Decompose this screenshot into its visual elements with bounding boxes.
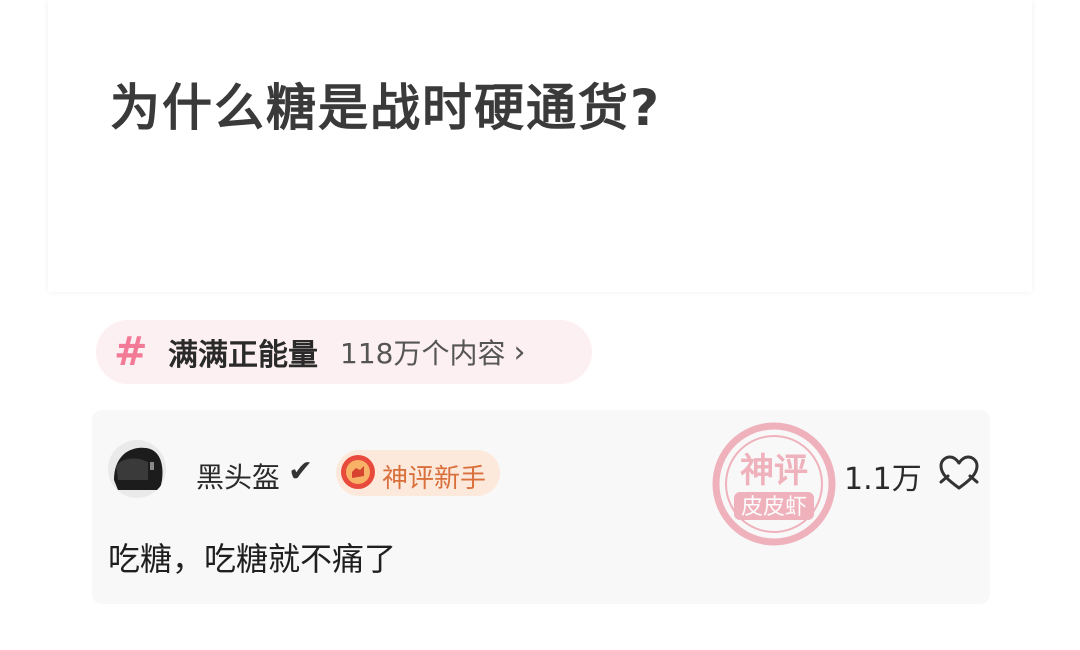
comment-card: 黑头盔 ✔ 神评新手 神评 皮皮虾 1.1万 吃糖，吃糖就不痛了 — [92, 410, 990, 604]
heart-icon[interactable] — [938, 454, 980, 492]
stamp-watermark: 神评 皮皮虾 — [712, 422, 836, 546]
verified-icon: ✔ — [288, 454, 314, 489]
hash-icon: # — [114, 329, 148, 375]
stamp-line2: 皮皮虾 — [741, 495, 807, 520]
avatar[interactable] — [108, 440, 166, 498]
stamp-line1: 神评 — [740, 451, 808, 491]
topic-count: 118万个内容 — [340, 337, 506, 370]
topic-chip[interactable]: # 满满正能量 118万个内容 › — [96, 320, 592, 384]
username[interactable]: 黑头盔 — [196, 456, 280, 496]
question-title: 为什么糖是战时硬通货? — [110, 79, 662, 137]
topic-name: 满满正能量 — [168, 338, 318, 373]
badge[interactable]: 神评新手 — [336, 450, 500, 496]
badge-label: 神评新手 — [382, 464, 487, 494]
like-count: 1.1万 — [844, 462, 922, 497]
question-card — [48, 0, 1032, 292]
shield-medal-icon — [341, 455, 375, 489]
comment-text: 吃糖，吃糖就不痛了 — [108, 540, 397, 578]
chevron-right-icon: › — [513, 334, 526, 370]
